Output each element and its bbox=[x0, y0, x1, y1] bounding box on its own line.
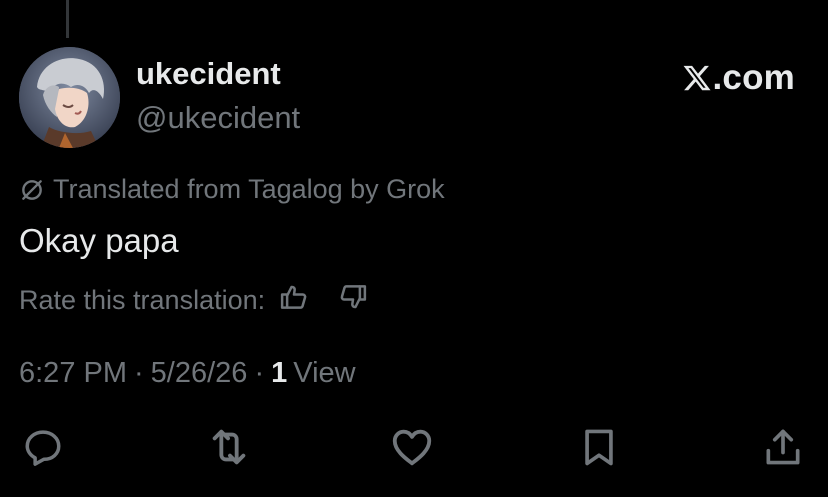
thumbs-up-icon bbox=[279, 282, 309, 319]
translation-notice-text: Translated from Tagalog by Grok bbox=[53, 174, 445, 204]
share-icon bbox=[761, 425, 805, 469]
x-brand-watermark: .com bbox=[682, 58, 796, 98]
repost-icon bbox=[206, 424, 252, 470]
thread-connector-line bbox=[66, 0, 69, 38]
author-display-name[interactable]: ukecident bbox=[136, 56, 281, 92]
meta-separator: · bbox=[134, 357, 144, 389]
like-button[interactable] bbox=[389, 424, 435, 470]
brand-domain-text: .com bbox=[712, 58, 795, 97]
thumbs-down-icon bbox=[338, 282, 368, 319]
thumbs-down-button[interactable] bbox=[336, 283, 370, 317]
bookmark-icon bbox=[577, 425, 621, 469]
post-metadata: 6:27 PM · 5/26/26 · 1 View bbox=[19, 357, 356, 390]
reply-icon bbox=[22, 426, 64, 468]
meta-separator: · bbox=[254, 357, 265, 389]
views-count: 1 bbox=[271, 357, 288, 389]
rate-translation-row: Rate this translation: bbox=[19, 283, 370, 317]
avatar[interactable] bbox=[19, 47, 120, 148]
post-text: Okay papa bbox=[19, 222, 179, 259]
translation-notice: Translated from Tagalog by Grok bbox=[19, 174, 445, 205]
bookmark-button[interactable] bbox=[576, 424, 622, 470]
repost-button[interactable] bbox=[206, 424, 252, 470]
share-button[interactable] bbox=[760, 424, 806, 470]
thumbs-up-button[interactable] bbox=[277, 283, 311, 317]
post-date[interactable]: 5/26/26 bbox=[151, 357, 248, 390]
heart-icon bbox=[389, 424, 435, 470]
action-bar bbox=[0, 424, 828, 470]
views-label: View bbox=[293, 357, 356, 389]
grok-icon bbox=[19, 177, 45, 203]
rate-translation-label: Rate this translation: bbox=[19, 284, 266, 315]
x-logo-icon bbox=[682, 63, 712, 93]
reply-button[interactable] bbox=[20, 424, 66, 470]
post-time[interactable]: 6:27 PM bbox=[19, 357, 127, 390]
author-handle[interactable]: @ukecident bbox=[136, 100, 300, 136]
